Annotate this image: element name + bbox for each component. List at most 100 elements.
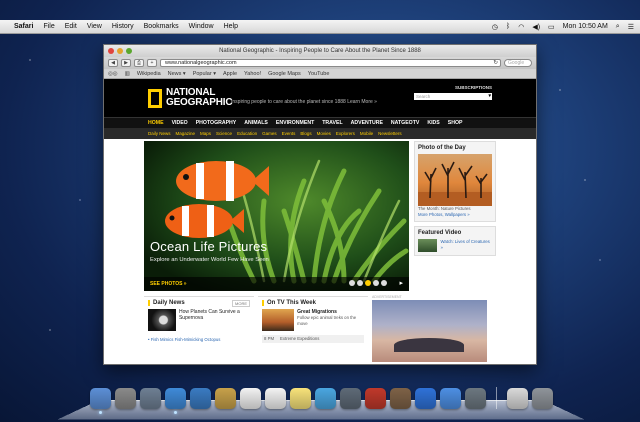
- subnav-maps[interactable]: Maps: [200, 131, 211, 136]
- subnav-daily-news[interactable]: Daily News: [148, 131, 171, 136]
- photo-booth-icon[interactable]: [365, 388, 386, 409]
- bookmarks-icon[interactable]: ▥: [125, 71, 130, 77]
- bookmark-yahoo[interactable]: Yahoo!: [244, 71, 261, 77]
- carousel-dot[interactable]: [357, 280, 363, 286]
- carousel-dot[interactable]: [349, 280, 355, 286]
- carousel-dot[interactable]: [381, 280, 387, 286]
- menu-edit[interactable]: Edit: [65, 23, 77, 30]
- time-machine-icon[interactable]: ◷: [492, 23, 498, 31]
- documents-icon[interactable]: [507, 388, 528, 409]
- clock[interactable]: Mon 10:50 AM: [563, 23, 608, 30]
- tv-schedule-row[interactable]: 8 PM Extreme Expeditions: [262, 335, 364, 343]
- hero-feature[interactable]: Ocean Life Pictures Explore an Underwate…: [144, 141, 409, 291]
- messages-icon[interactable]: [315, 388, 336, 409]
- featured-video-link[interactable]: Watch: Lives of Creatures »: [440, 239, 492, 252]
- ng-search-input[interactable]: Search ▾: [414, 93, 492, 100]
- trash-icon[interactable]: [532, 388, 553, 409]
- subnav-mobile[interactable]: Mobile: [360, 131, 373, 136]
- reading-list-icon[interactable]: ◎◎: [108, 71, 118, 77]
- volume-icon[interactable]: ◀): [532, 23, 540, 31]
- calendar-icon[interactable]: [240, 388, 261, 409]
- subnav-explorers[interactable]: Explorers: [336, 131, 355, 136]
- forward-button[interactable]: ▶: [121, 59, 131, 67]
- see-photos-link[interactable]: SEE PHOTOS »: [150, 281, 187, 287]
- menu-file[interactable]: File: [43, 23, 54, 30]
- nav-natgeotv[interactable]: NATGEOTV: [391, 120, 419, 126]
- menu-view[interactable]: View: [87, 23, 102, 30]
- bookmark-google-maps[interactable]: Google Maps: [268, 71, 301, 77]
- itunes-icon[interactable]: [415, 388, 436, 409]
- tv-item[interactable]: Great Migrations Follow epic animal trek…: [262, 309, 364, 331]
- notes-icon[interactable]: [290, 388, 311, 409]
- launchpad-icon[interactable]: [115, 388, 136, 409]
- wifi-icon[interactable]: ◠: [518, 23, 524, 31]
- menu-window[interactable]: Window: [189, 23, 214, 30]
- bookmark-news[interactable]: News ▾: [168, 71, 186, 77]
- subnav-blogs[interactable]: Blogs: [300, 131, 311, 136]
- back-button[interactable]: ◀: [108, 59, 118, 67]
- nav-home[interactable]: HOME: [148, 120, 164, 126]
- mission-control-icon[interactable]: [140, 388, 161, 409]
- bluetooth-icon[interactable]: ᛒ: [506, 23, 510, 30]
- facetime-icon[interactable]: [340, 388, 361, 409]
- subnav-games[interactable]: Games: [262, 131, 277, 136]
- subnav-movies[interactable]: Movies: [317, 131, 331, 136]
- bookmark-wikipedia[interactable]: Wikipedia: [137, 71, 161, 77]
- advertisement-image[interactable]: ADVERTISEMENT: [372, 295, 487, 362]
- menu-bookmarks[interactable]: Bookmarks: [144, 23, 179, 30]
- nav-environment[interactable]: ENVIRONMENT: [276, 120, 314, 126]
- reminders-icon[interactable]: [265, 388, 286, 409]
- nav-video[interactable]: VIDEO: [172, 120, 188, 126]
- battery-icon[interactable]: ▭: [548, 23, 555, 31]
- news-item-title[interactable]: How Planets Can Survive a Supernova: [179, 309, 250, 331]
- mail-icon[interactable]: [190, 388, 211, 409]
- contacts-icon[interactable]: [215, 388, 236, 409]
- iphoto-icon[interactable]: [390, 388, 411, 409]
- zoom-button[interactable]: [126, 48, 132, 54]
- ng-logo-text[interactable]: NATIONAL GEOGRAPHIC: [166, 88, 233, 108]
- potd-more-link[interactable]: More Photos, Wallpapers »: [418, 212, 492, 218]
- nav-animals[interactable]: ANIMALS: [244, 120, 268, 126]
- bookmark-youtube[interactable]: YouTube: [308, 71, 330, 77]
- reload-icon[interactable]: ↻: [493, 60, 498, 67]
- address-bar[interactable]: www.nationalgeographic.com ↻: [160, 59, 501, 67]
- app-store-icon[interactable]: [440, 388, 461, 409]
- subscriptions-link[interactable]: SUBSCRIPTIONS: [455, 85, 492, 90]
- search-field[interactable]: Google: [504, 59, 532, 67]
- nav-kids[interactable]: KIDS: [427, 120, 439, 126]
- carousel-dot-active[interactable]: [365, 280, 371, 286]
- spotlight-icon[interactable]: ⌕: [616, 23, 620, 31]
- subnav-magazine[interactable]: Magazine: [176, 131, 196, 136]
- subnav-events[interactable]: Events: [282, 131, 296, 136]
- minimize-button[interactable]: [117, 48, 123, 54]
- news-link-2[interactable]: • Fish Mimics Fish-Mimicking Octopus: [148, 337, 250, 343]
- bookmark-apple[interactable]: Apple: [223, 71, 237, 77]
- menu-app-safari[interactable]: Safari: [14, 23, 33, 30]
- ng-logo-icon[interactable]: [148, 89, 162, 108]
- subnav-science[interactable]: Science: [216, 131, 232, 136]
- nav-travel[interactable]: TRAVEL: [322, 120, 342, 126]
- system-preferences-icon[interactable]: [465, 388, 486, 409]
- bookmark-popular[interactable]: Popular ▾: [193, 71, 216, 77]
- news-item[interactable]: How Planets Can Survive a Supernova: [148, 309, 250, 331]
- menu-help[interactable]: Help: [224, 23, 238, 30]
- list-icon[interactable]: ☰: [628, 23, 634, 31]
- nav-photography[interactable]: PHOTOGRAPHY: [196, 120, 237, 126]
- nav-shop[interactable]: SHOP: [448, 120, 463, 126]
- carousel-dot[interactable]: [373, 280, 379, 286]
- add-bookmark-icon[interactable]: +: [147, 59, 157, 67]
- next-arrow-icon[interactable]: ▸: [399, 279, 403, 287]
- video-thumbnail[interactable]: [418, 239, 438, 252]
- close-button[interactable]: [108, 48, 114, 54]
- ng-tagline[interactable]: Inspiring people to care about the plane…: [231, 99, 377, 105]
- subnav-education[interactable]: Education: [237, 131, 257, 136]
- daily-news-more-button[interactable]: MORE: [232, 300, 250, 307]
- menu-history[interactable]: History: [112, 23, 134, 30]
- safari-icon[interactable]: [165, 388, 186, 414]
- share-icon[interactable]: ⎙: [134, 59, 144, 67]
- finder-icon[interactable]: [90, 388, 111, 414]
- nav-adventure[interactable]: ADVENTURE: [351, 120, 383, 126]
- hero-title[interactable]: Ocean Life Pictures: [150, 239, 269, 254]
- subnav-newsletters[interactable]: Newsletters: [378, 131, 402, 136]
- featured-video-item[interactable]: Watch: Lives of Creatures »: [418, 239, 492, 252]
